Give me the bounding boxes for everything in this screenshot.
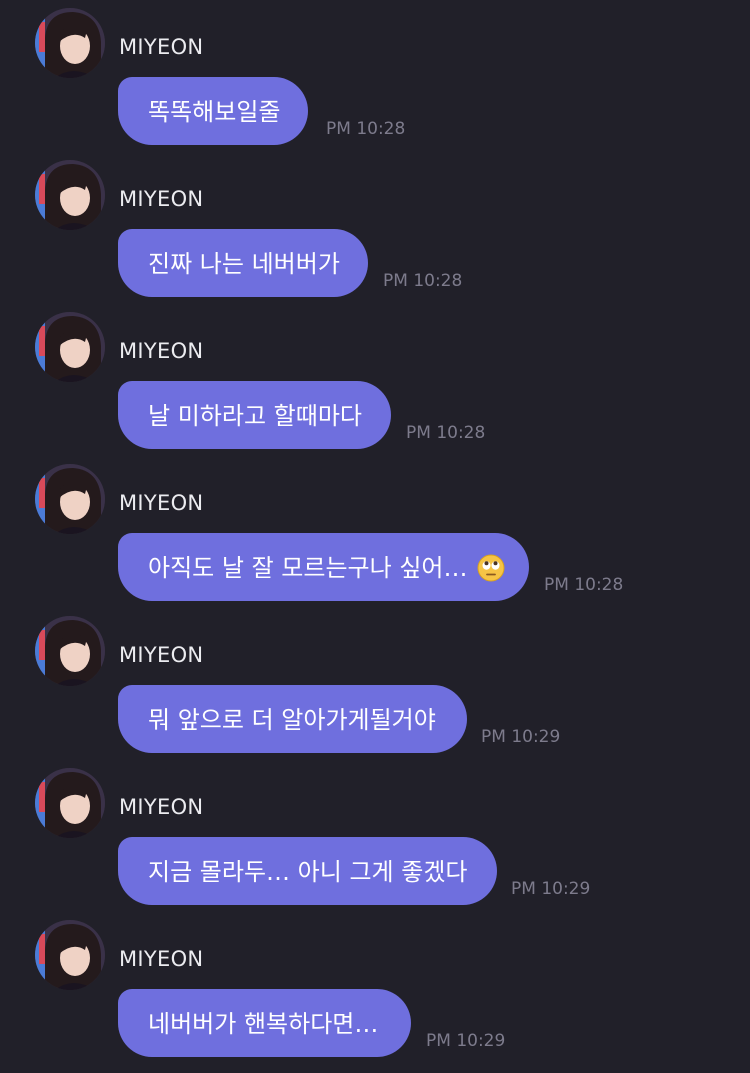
message-text: 지금 몰라두… 아니 그게 좋겠다 [148, 858, 468, 886]
avatar[interactable] [35, 920, 105, 990]
face-with-rolling-eyes-icon [477, 554, 505, 582]
avatar[interactable] [35, 464, 105, 534]
avatar[interactable] [35, 768, 105, 838]
avatar-photo [35, 616, 105, 686]
message-time: PM 10:28 [406, 423, 486, 443]
avatar[interactable] [35, 8, 105, 78]
avatar-photo [35, 768, 105, 838]
message-time: PM 10:29 [426, 1031, 506, 1051]
message-bubble[interactable]: 지금 몰라두… 아니 그게 좋겠다 [118, 837, 497, 905]
avatar-photo [35, 8, 105, 78]
sender-name: MIYEON [119, 187, 204, 211]
chat-message: MIYEON 지금 몰라두… 아니 그게 좋겠다 PM 10:29 [0, 760, 750, 912]
chat-message-list[interactable]: MIYEON 똑똑해보일줄 PM 10:28 MIYEON 진짜 나는 네버버가… [0, 0, 750, 1073]
message-time: PM 10:29 [511, 879, 591, 899]
avatar-photo [35, 464, 105, 534]
avatar[interactable] [35, 312, 105, 382]
avatar-photo [35, 312, 105, 382]
sender-name: MIYEON [119, 947, 204, 971]
chat-message: MIYEON 날 미하라고 할때마다 PM 10:28 [0, 304, 750, 456]
chat-message: MIYEON 뭐 앞으로 더 알아가게될거야 PM 10:29 [0, 608, 750, 760]
message-bubble[interactable]: 똑똑해보일줄 [118, 77, 308, 145]
message-text: 아직도 날 잘 모르는구나 싶어… [148, 554, 468, 582]
avatar[interactable] [35, 616, 105, 686]
message-bubble[interactable]: 날 미하라고 할때마다 [118, 381, 391, 449]
message-time: PM 10:28 [383, 271, 463, 291]
message-bubble[interactable]: 진짜 나는 네버버가 [118, 229, 368, 297]
message-bubble[interactable]: 뭐 앞으로 더 알아가게될거야 [118, 685, 467, 753]
message-text: 똑똑해보일줄 [148, 98, 281, 126]
chat-message: MIYEON 진짜 나는 네버버가 PM 10:28 [0, 152, 750, 304]
sender-name: MIYEON [119, 795, 204, 819]
message-text: 날 미하라고 할때마다 [148, 402, 362, 430]
message-text: 뭐 앞으로 더 알아가게될거야 [148, 706, 436, 734]
chat-message: MIYEON 아직도 날 잘 모르는구나 싶어… PM 10:28 [0, 456, 750, 608]
sender-name: MIYEON [119, 35, 204, 59]
message-time: PM 10:28 [544, 575, 624, 595]
message-text: 진짜 나는 네버버가 [148, 250, 340, 278]
message-bubble[interactable]: 아직도 날 잘 모르는구나 싶어… [118, 533, 529, 601]
sender-name: MIYEON [119, 643, 204, 667]
message-time: PM 10:29 [481, 727, 561, 747]
message-bubble[interactable]: 네버버가 핸복하다면… [118, 989, 411, 1057]
sender-name: MIYEON [119, 491, 204, 515]
chat-message: MIYEON 네버버가 핸복하다면… PM 10:29 [0, 912, 750, 1064]
avatar-photo [35, 160, 105, 230]
avatar[interactable] [35, 160, 105, 230]
chat-message: MIYEON 똑똑해보일줄 PM 10:28 [0, 0, 750, 152]
sender-name: MIYEON [119, 339, 204, 363]
message-text: 네버버가 핸복하다면… [148, 1010, 379, 1038]
avatar-photo [35, 920, 105, 990]
message-time: PM 10:28 [326, 119, 406, 139]
